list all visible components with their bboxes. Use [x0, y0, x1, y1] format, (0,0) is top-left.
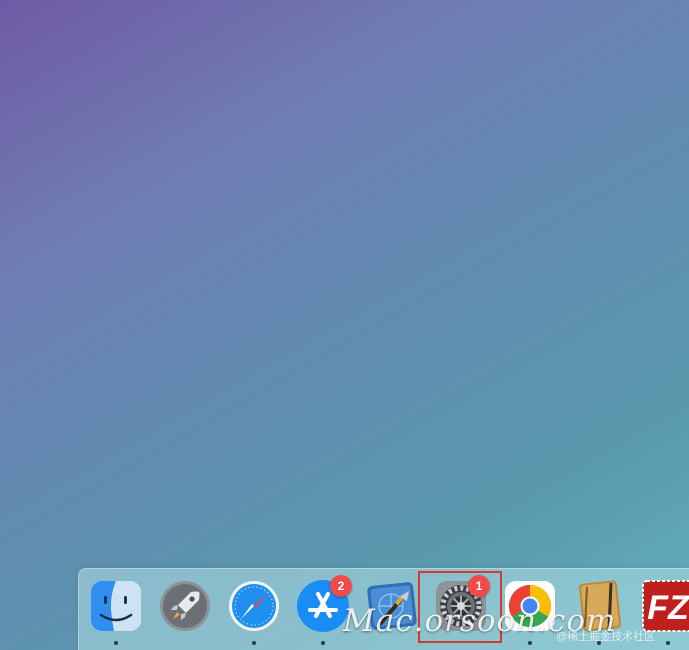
dock-item-notebook[interactable] [569, 579, 629, 645]
running-indicator [597, 641, 601, 645]
running-indicator [666, 641, 670, 645]
running-indicator [114, 641, 118, 645]
dock-item-app-store[interactable]: 2 [293, 575, 353, 645]
dock-item-filezilla[interactable]: FZ [638, 579, 689, 645]
dock-item-xcode[interactable] [362, 579, 422, 641]
notification-badge: 2 [330, 575, 352, 597]
filezilla-icon[interactable]: FZ [641, 579, 689, 633]
chrome-icon[interactable] [503, 579, 557, 633]
running-indicator [528, 641, 532, 645]
dock-item-launchpad[interactable] [155, 579, 215, 641]
dock: 2 1 FZ [78, 568, 689, 650]
notebook-icon[interactable] [572, 579, 626, 633]
safari-icon[interactable] [227, 579, 281, 633]
svg-text:FZ: FZ [647, 589, 689, 627]
dock-item-safari[interactable] [224, 579, 284, 645]
running-indicator [252, 641, 256, 645]
finder-icon[interactable] [89, 579, 143, 633]
running-indicator [321, 641, 325, 645]
dock-item-system-preferences[interactable]: 1 [431, 575, 491, 641]
launchpad-icon[interactable] [158, 579, 212, 633]
xcode-icon[interactable] [365, 579, 419, 633]
dock-item-finder[interactable] [86, 579, 146, 645]
desktop-background [0, 0, 689, 650]
dock-item-chrome[interactable] [500, 579, 560, 645]
notification-badge: 1 [468, 575, 490, 597]
